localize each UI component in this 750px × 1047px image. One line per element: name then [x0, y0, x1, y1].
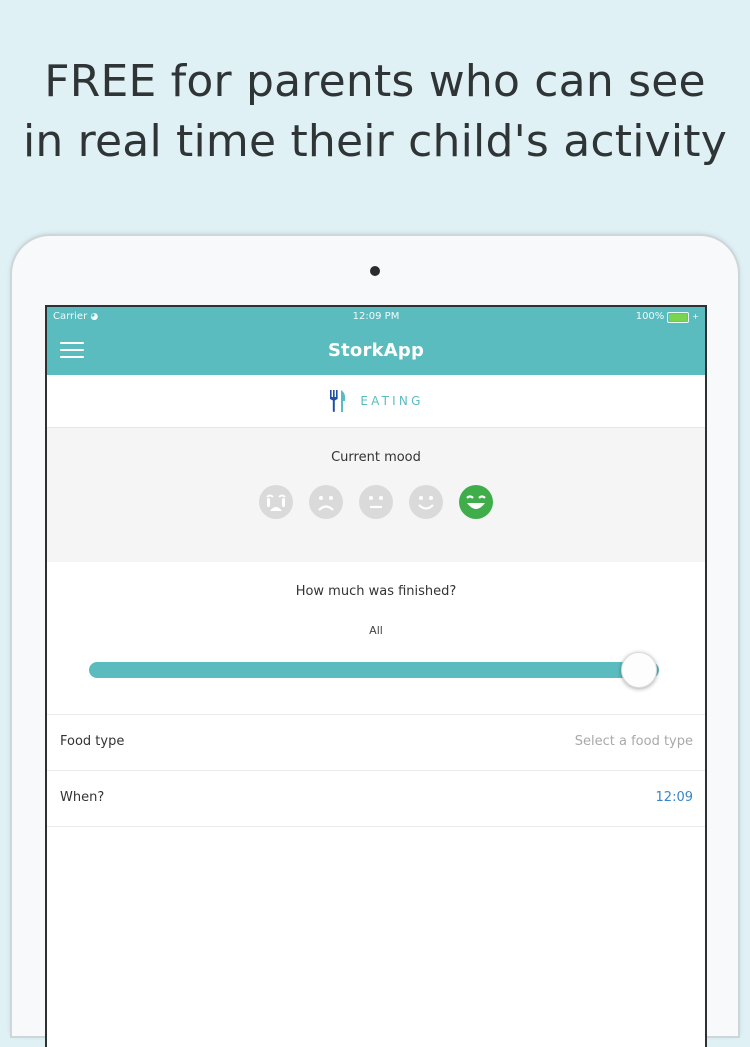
- promo-line-1: FREE for parents who can see: [44, 56, 706, 107]
- tablet-device: Carrier ◕ 12:09 PM 100% + StorkApp EATIN…: [12, 236, 738, 1047]
- navigation-bar: StorkApp: [47, 327, 705, 375]
- status-bar: Carrier ◕ 12:09 PM 100% +: [47, 307, 705, 327]
- when-time-value[interactable]: 12:09: [656, 790, 693, 805]
- laughing-face-icon[interactable]: [459, 485, 493, 519]
- battery-percent: 100%: [635, 311, 665, 322]
- battery-fill: [669, 313, 688, 321]
- finished-section: How much was finished? All: [47, 562, 705, 715]
- category-header: EATING: [47, 375, 705, 428]
- app-title: StorkApp: [327, 340, 425, 361]
- finished-label: How much was finished?: [295, 584, 457, 599]
- charging-icon: +: [692, 312, 699, 321]
- app-screen: Carrier ◕ 12:09 PM 100% + StorkApp EATIN…: [45, 305, 707, 1047]
- mood-section: Current mood: [47, 428, 705, 562]
- promo-line-2: in real time their child's activity: [22, 116, 728, 167]
- smiling-face-icon[interactable]: [409, 485, 443, 519]
- sad-face-icon[interactable]: [309, 485, 343, 519]
- food-type-row[interactable]: Food type Select a food type: [47, 715, 705, 771]
- mood-selector: [47, 485, 705, 519]
- status-time: 12:09 PM: [352, 311, 400, 322]
- fork-knife-icon: [330, 390, 346, 412]
- food-type-label: Food type: [60, 734, 125, 749]
- camera-dot: [370, 266, 380, 276]
- slider-track[interactable]: [89, 662, 659, 678]
- status-battery: 100% +: [636, 307, 699, 327]
- mood-label: Current mood: [331, 450, 421, 465]
- category-label: EATING: [360, 394, 424, 408]
- when-row[interactable]: When? 12:09: [47, 771, 705, 827]
- top-bar: Carrier ◕ 12:09 PM 100% + StorkApp: [47, 307, 705, 375]
- slider-thumb[interactable]: [621, 652, 657, 688]
- crying-face-icon[interactable]: [259, 485, 293, 519]
- when-label: When?: [60, 790, 105, 805]
- neutral-face-icon[interactable]: [359, 485, 393, 519]
- food-type-placeholder[interactable]: Select a food type: [575, 734, 693, 749]
- finished-value-label: All: [369, 624, 383, 637]
- slider-fill: [89, 662, 659, 678]
- battery-icon: [667, 311, 690, 323]
- finished-slider[interactable]: [89, 652, 659, 688]
- promo-headline: FREE for parents who can see in real tim…: [0, 52, 750, 172]
